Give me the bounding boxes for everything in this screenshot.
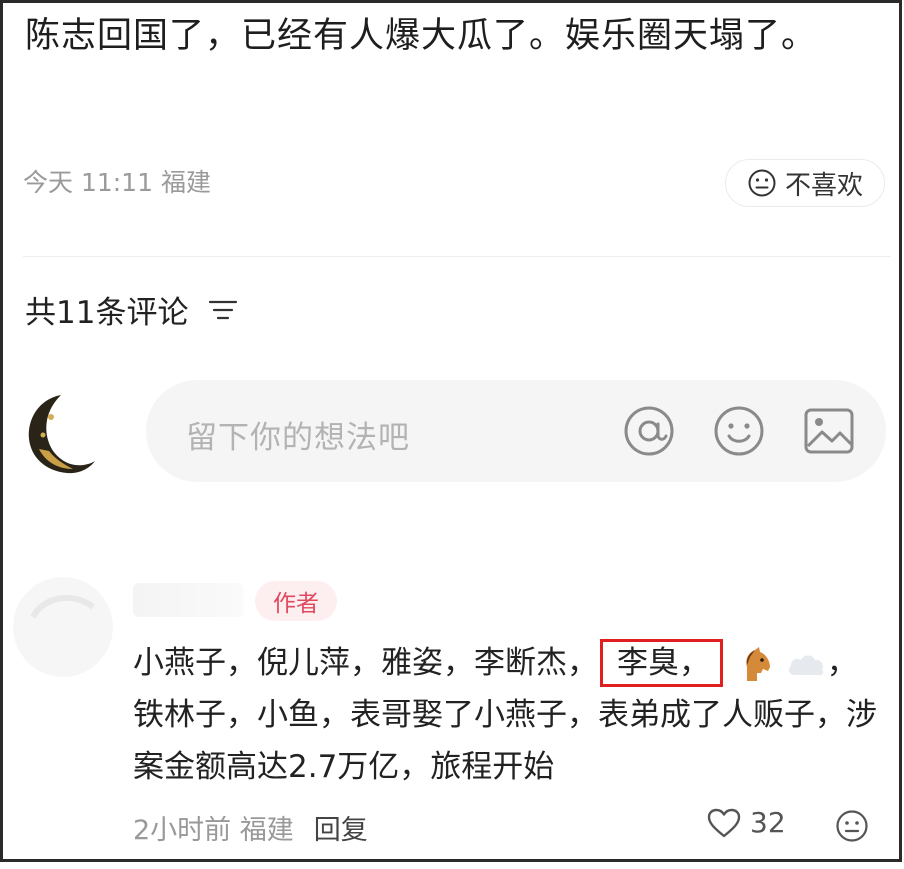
neutral-face-icon[interactable] [835, 809, 869, 843]
author-badge: 作者 [255, 581, 337, 621]
reply-button[interactable]: 回复 [314, 808, 368, 847]
comments-header: 共11条评论 [25, 287, 238, 332]
cloud-emoji [788, 655, 823, 675]
comment-input[interactable]: 留下你的想法吧 [146, 380, 886, 482]
like-count: 32 [750, 806, 786, 839]
dislike-button[interactable]: 不喜欢 [725, 159, 885, 207]
comment-meta: 2小时前 福建 回复 [133, 808, 368, 847]
neutral-face-icon [748, 169, 776, 197]
comments-count: 共11条评论 [25, 295, 189, 331]
divider [23, 256, 891, 257]
image-icon[interactable] [802, 404, 856, 458]
author-avatar[interactable] [13, 577, 113, 677]
comment-text: 小燕子，倪儿萍，雅姿，李断杰， 李臭， ，铁林子，小鱼，表哥娶了小燕子，表弟成了人… [133, 637, 883, 793]
dislike-label: 不喜欢 [784, 170, 863, 201]
post-text: 陈志回国了，已经有人爆大瓜了。娱乐圈天塌了。 [25, 16, 818, 56]
screenshot-frame: 陈志回国了，已经有人爆大瓜了。娱乐圈天塌了。 今天 11:11 福建 不喜欢 共… [0, 0, 902, 862]
smile-icon[interactable] [712, 404, 766, 458]
post-meta: 今天 11:11 福建 [23, 168, 211, 197]
comment-text-part1: 小燕子，倪儿萍，雅姿，李断杰， [133, 645, 598, 681]
sort-lines-icon[interactable] [208, 298, 238, 322]
user-avatar-icon [21, 389, 111, 479]
at-sign-icon[interactable] [622, 404, 676, 458]
avatar[interactable] [21, 389, 111, 479]
heart-icon [707, 808, 741, 837]
author-avatar-icon [13, 577, 113, 677]
like-button[interactable]: 32 [706, 806, 786, 839]
author-name-redacted [133, 583, 243, 617]
comment-input-placeholder: 留下你的想法吧 [186, 420, 410, 456]
comment-time-location: 2小时前 福建 [133, 815, 294, 846]
horse-emoji [746, 646, 770, 681]
highlighted-text: 李臭， [600, 639, 723, 687]
